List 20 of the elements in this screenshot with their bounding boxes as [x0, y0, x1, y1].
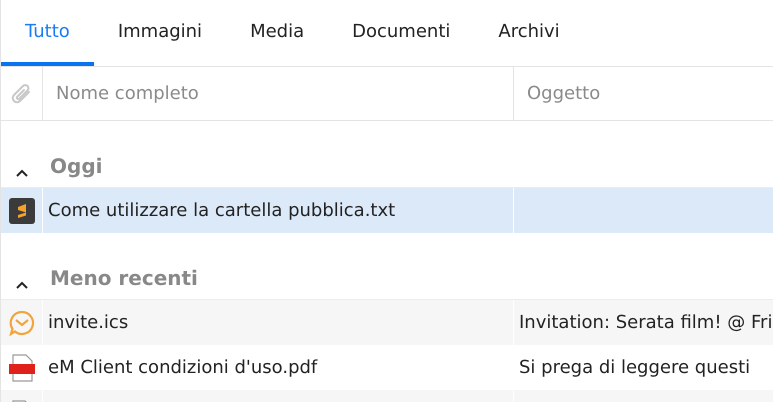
paperclip-icon [10, 82, 32, 106]
tab[interactable]: Media [226, 0, 328, 66]
file-row[interactable]: Come utilizzare la cartella pubblica.txt [1, 188, 773, 233]
subject-text: Invitation: Serata film! @ Fri [519, 311, 772, 335]
file-name: Come utilizzare la cartella pubblica.txt [48, 199, 396, 223]
tab[interactable]: Archivi [474, 0, 584, 66]
group-header: Oggi [49, 153, 102, 180]
pdf-file-icon [8, 354, 34, 382]
collapse-icon[interactable] [16, 169, 28, 177]
group-header: Meno recenti [49, 265, 198, 292]
file-name: eM Client condizioni d'uso.pdf [48, 356, 318, 380]
file-name: invite.ics [48, 311, 128, 335]
tab[interactable]: Tutto [1, 0, 94, 66]
envelope-bubble-icon [8, 310, 34, 336]
tab[interactable]: Documenti [328, 0, 474, 66]
collapse-icon[interactable] [16, 281, 28, 289]
file-row[interactable]: invite.ics Invitation: Serata film! @ Fri [1, 300, 773, 345]
tab[interactable]: Immagini [94, 0, 226, 66]
subject-text: Si prega di leggere questi [519, 356, 750, 380]
sublime-file-icon [8, 198, 34, 224]
